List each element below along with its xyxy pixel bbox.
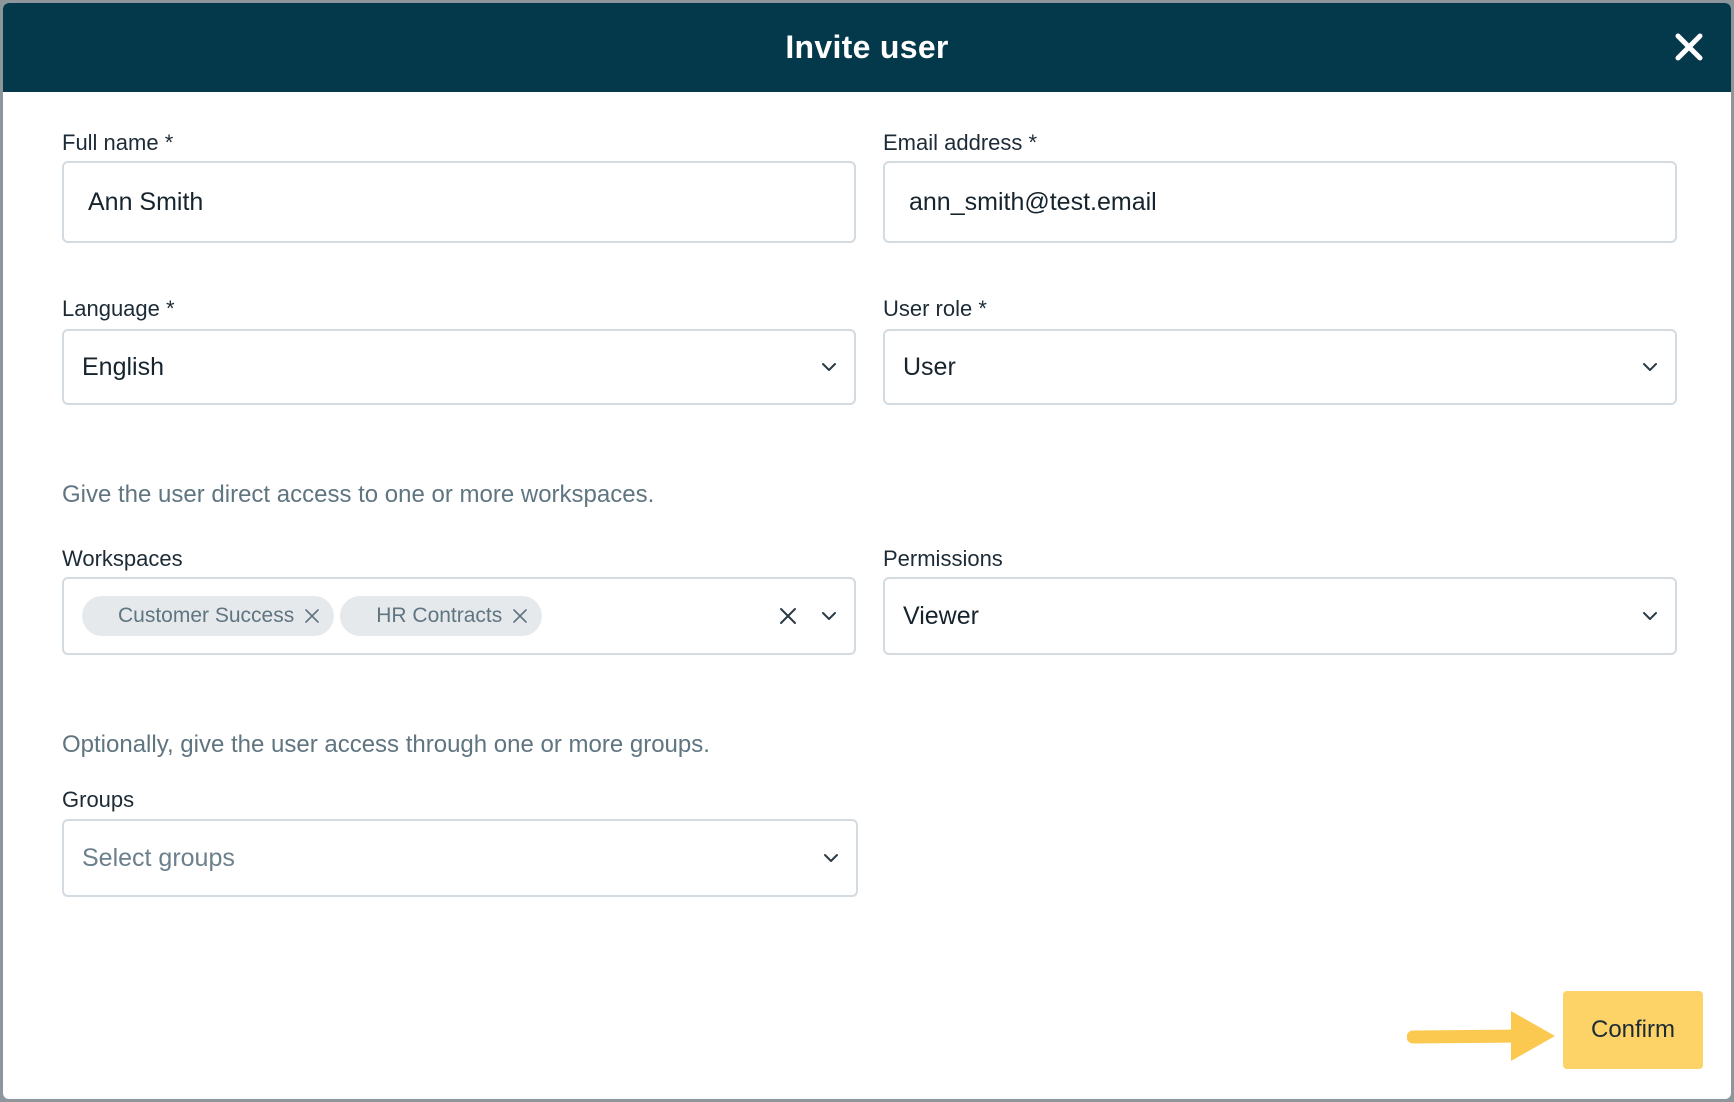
invite-user-modal: Invite user Full name * Ann Smith Email … — [3, 3, 1731, 1099]
close-icon[interactable] — [1673, 31, 1705, 63]
workspace-tag-label: HR Contracts — [376, 604, 503, 627]
permissions-value: Viewer — [903, 601, 979, 630]
permissions-select[interactable]: Viewer — [883, 577, 1677, 655]
language-value: English — [82, 352, 164, 381]
workspaces-hint: Give the user direct access to one or mo… — [62, 481, 655, 508]
workspace-tag: HR Contracts — [340, 596, 543, 636]
email-value: ann_smith@test.email — [909, 187, 1157, 216]
chevron-down-icon[interactable] — [1641, 361, 1659, 373]
modal-title: Invite user — [785, 29, 949, 65]
remove-tag-icon[interactable] — [304, 608, 320, 624]
full-name-field[interactable]: Ann Smith — [62, 161, 856, 243]
groups-placeholder: Select groups — [82, 843, 235, 872]
confirm-button[interactable]: Confirm — [1563, 991, 1703, 1069]
arrow-right-icon — [1407, 1011, 1555, 1061]
language-select[interactable]: English — [62, 329, 856, 405]
modal-header: Invite user — [3, 3, 1731, 92]
user-role-label: User role * — [883, 296, 987, 321]
groups-select[interactable]: Select groups — [62, 819, 858, 897]
language-label: Language * — [62, 296, 175, 321]
chevron-down-icon[interactable] — [820, 610, 838, 622]
groups-hint: Optionally, give the user access through… — [62, 731, 710, 758]
workspace-tag: Customer Success — [82, 596, 335, 636]
remove-tag-icon[interactable] — [512, 608, 528, 624]
groups-label: Groups — [62, 787, 135, 812]
email-label: Email address * — [883, 130, 1038, 155]
chevron-down-icon[interactable] — [1641, 610, 1659, 622]
chevron-down-icon[interactable] — [822, 852, 840, 864]
clear-icon[interactable] — [778, 606, 798, 626]
user-role-value: User — [903, 352, 956, 381]
full-name-label: Full name * — [62, 130, 174, 155]
email-field[interactable]: ann_smith@test.email — [883, 161, 1677, 243]
chevron-down-icon[interactable] — [820, 361, 838, 373]
workspaces-label: Workspaces — [62, 546, 183, 571]
full-name-value: Ann Smith — [88, 187, 204, 216]
workspace-tag-label: Customer Success — [118, 604, 295, 627]
permissions-label: Permissions — [883, 546, 1003, 571]
workspaces-multiselect[interactable]: Customer Success HR Contracts — [62, 577, 856, 655]
user-role-select[interactable]: User — [883, 329, 1677, 405]
